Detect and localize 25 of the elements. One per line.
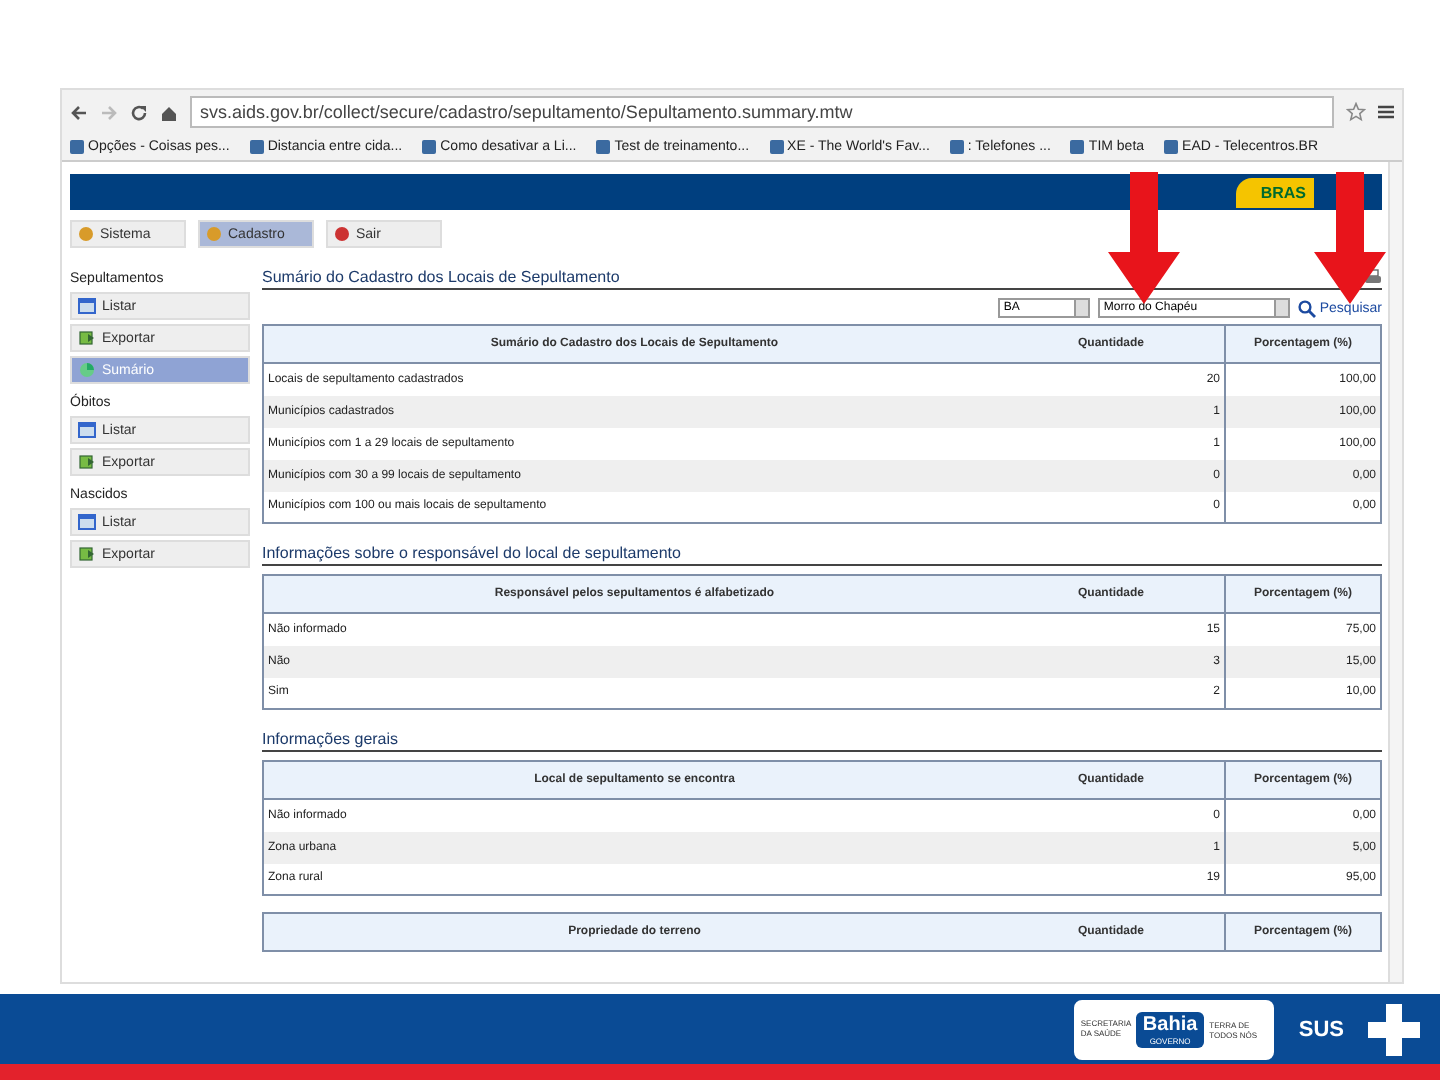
window-icon <box>78 298 96 314</box>
window-icon <box>78 422 96 438</box>
arrow-icon <box>1108 172 1180 304</box>
menu-icon <box>1378 104 1394 120</box>
home-icon <box>160 103 178 121</box>
section-title: Sumário do Cadastro dos Locais de Sepultamento <box>262 268 620 286</box>
bahia-label: Bahia <box>1142 1013 1198 1035</box>
star-icon <box>1346 102 1366 122</box>
spreadsheet-icon <box>78 330 96 346</box>
brasil-badge: BRAS <box>1236 177 1314 207</box>
spreadsheet-icon <box>78 546 96 562</box>
arrow-icon <box>1314 172 1386 304</box>
search-icon <box>1297 299 1316 317</box>
back-icon <box>70 103 88 121</box>
sus-label: SUS <box>1298 1017 1344 1041</box>
window-icon <box>78 514 96 530</box>
section-title: Informações gerais <box>262 730 399 748</box>
section-title: Informações sobre o responsável do local de sepultamento <box>262 544 681 562</box>
cross-icon <box>1368 1003 1420 1055</box>
scrollbar[interactable] <box>1388 162 1402 982</box>
forward-icon <box>100 103 118 121</box>
reload-icon <box>130 103 148 121</box>
pie-icon <box>78 362 96 378</box>
spreadsheet-icon <box>78 454 96 470</box>
address-bar[interactable]: svs.aids.gov.br/collect/secure/cadastro/sepultamento/Sepultamento.summary.mtw <box>190 96 1334 128</box>
